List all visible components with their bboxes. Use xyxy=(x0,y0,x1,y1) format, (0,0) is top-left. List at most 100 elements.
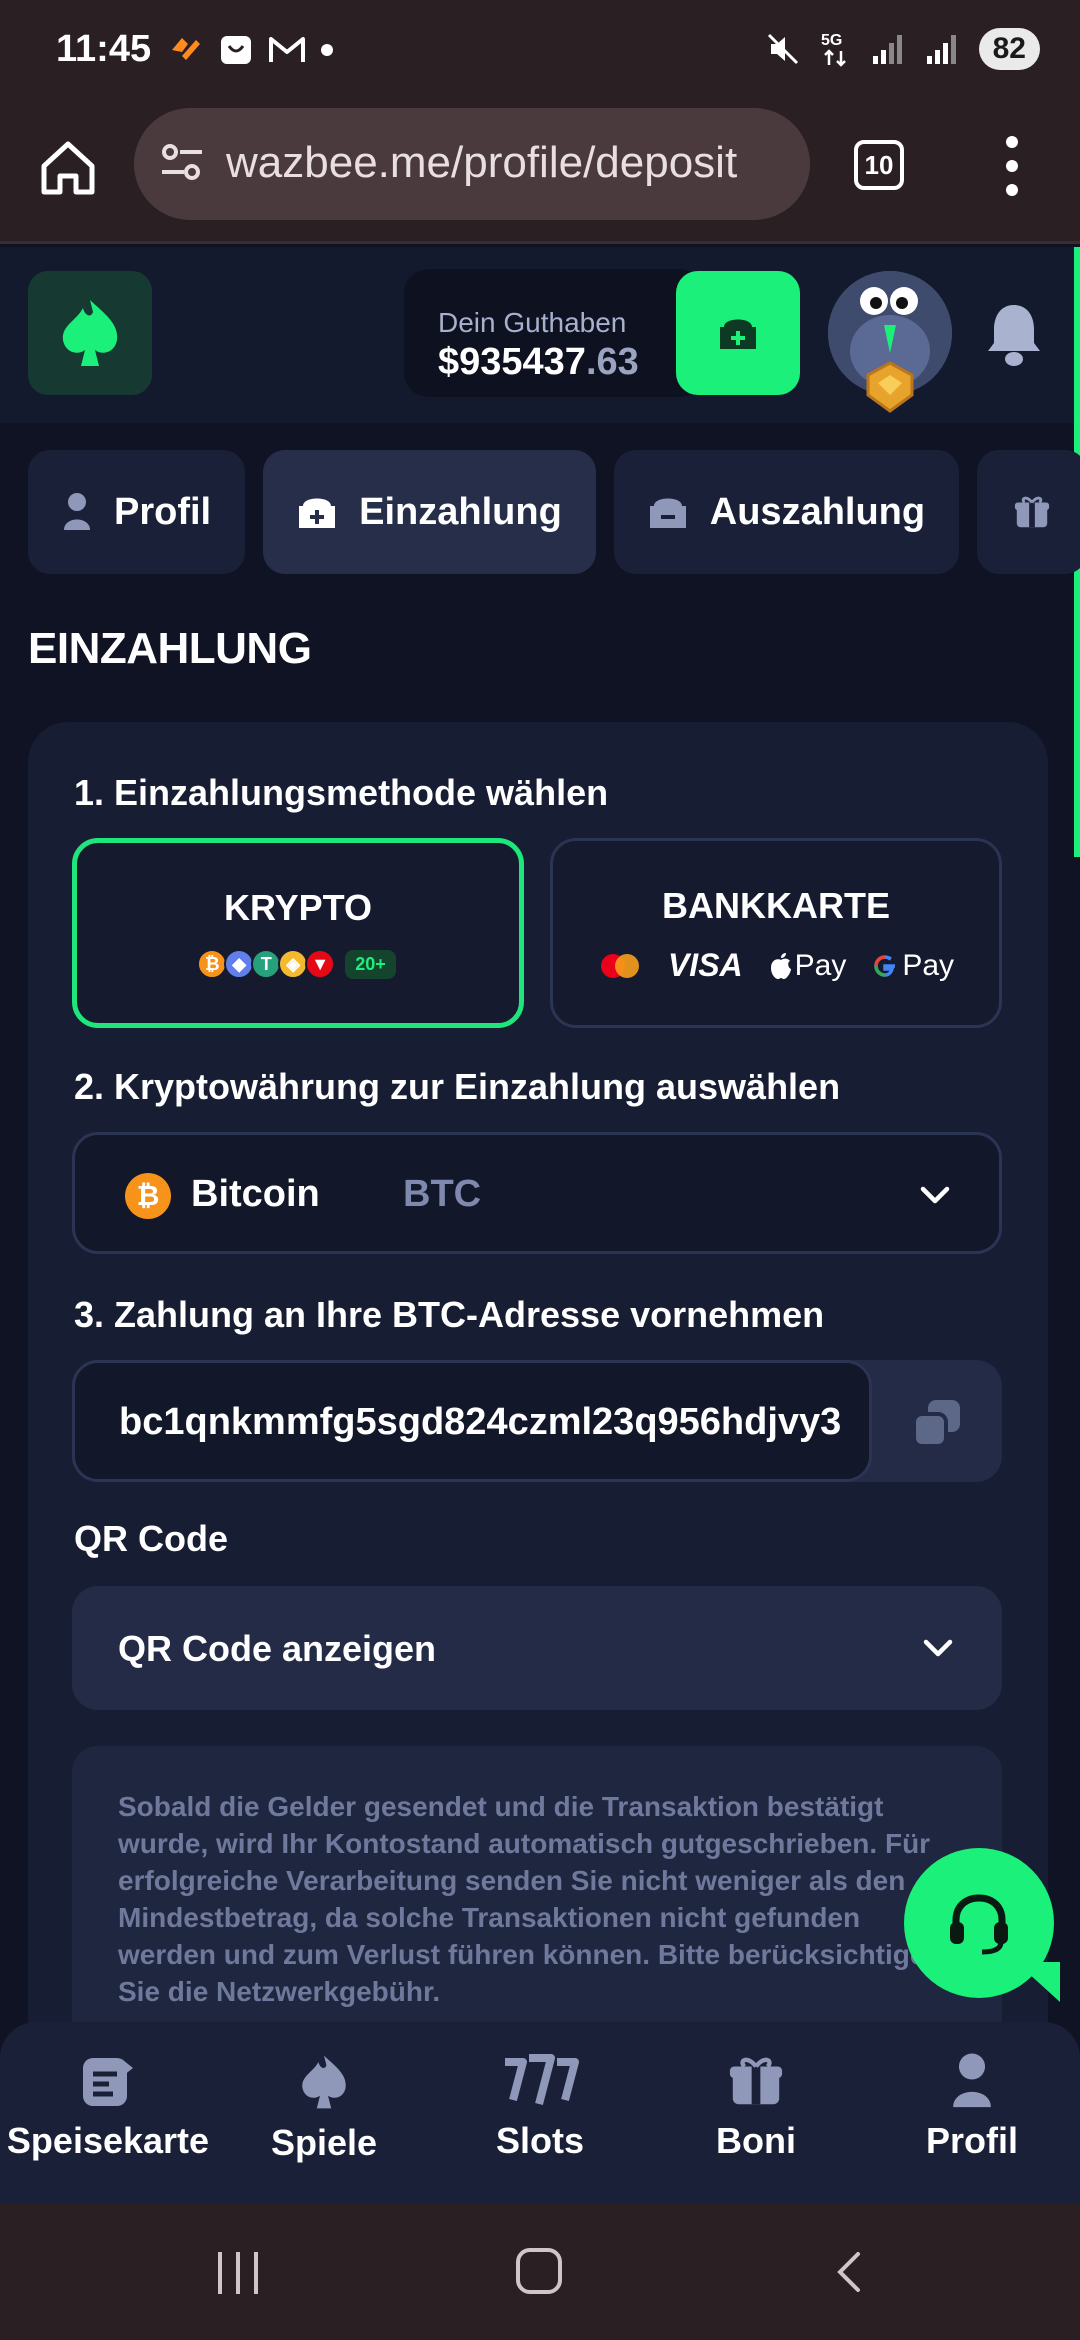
nav-slots[interactable]: Slots xyxy=(432,2022,648,2204)
step-3-heading: 3. Zahlung an Ihre BTC-Adresse vornehmen xyxy=(74,1294,825,1335)
shopping-bag-icon xyxy=(221,36,251,64)
back-icon[interactable] xyxy=(828,2250,872,2294)
bnb-icon: ◈ xyxy=(278,949,309,979)
wallet-plus-icon xyxy=(720,319,756,349)
balance-label: Dein Guthaben xyxy=(438,307,627,338)
url-text[interactable]: wazbee.me/profile/deposit xyxy=(226,138,737,188)
tab-auszahlung-label: Auszahlung xyxy=(709,490,926,533)
nav-profil[interactable]: Profil xyxy=(864,2022,1080,2204)
more-coins-badge: 20+ xyxy=(345,949,396,979)
tab-bonus[interactable] xyxy=(977,450,1080,574)
browser-toolbar: wazbee.me/profile/deposit 10 xyxy=(0,100,1080,244)
avatar[interactable] xyxy=(828,271,952,413)
tab-profil-label: Profil xyxy=(114,490,212,533)
battery-level: 82 xyxy=(978,28,1040,70)
balance-cents: .63 xyxy=(585,341,639,383)
visa-logo: VISA xyxy=(667,947,743,983)
page-title: EINZAHLUNG xyxy=(28,624,312,673)
currency-name: Bitcoin xyxy=(191,1173,320,1215)
bottom-navigation: Speisekarte Spiele Slots Boni Profil xyxy=(0,2022,1080,2204)
bell-icon[interactable] xyxy=(984,299,1044,369)
tab-einzahlung-label: Einzahlung xyxy=(359,490,562,533)
status-time: 11:45 xyxy=(56,28,152,70)
nav-spiele[interactable]: Spiele xyxy=(216,2022,432,2204)
signal-icon-1 xyxy=(872,35,902,64)
flame-spade-icon xyxy=(62,300,118,366)
chevron-down-icon xyxy=(920,1186,950,1204)
slots-777-icon xyxy=(505,2054,579,2106)
bitcoin-icon: ₿ xyxy=(125,1173,171,1219)
qr-code-toggle[interactable]: QR Code anzeigen xyxy=(72,1586,1002,1710)
gift-icon xyxy=(1015,496,1050,528)
deposit-notice-text: Sobald die Gelder gesendet und die Trans… xyxy=(118,1791,943,2007)
qr-code-toggle-label: QR Code anzeigen xyxy=(118,1628,437,1669)
menu-list-icon xyxy=(83,2058,133,2106)
profile-tabs: Profil Einzahlung Auszahlung xyxy=(28,450,1080,574)
system-icons: 5G 82 xyxy=(765,28,1040,70)
apple-icon xyxy=(770,952,791,979)
nav-speisekarte[interactable]: Speisekarte xyxy=(0,2022,216,2204)
step-2-heading: 2. Kryptowährung zur Einzahlung auswähle… xyxy=(74,1066,841,1107)
tab-auszahlung[interactable]: Auszahlung xyxy=(613,450,960,574)
5g-icon: 5G xyxy=(821,32,846,67)
status-bar: 11:45 5G 82 xyxy=(0,0,1080,100)
tron-icon: ▼ xyxy=(305,949,336,979)
card-brands: VISA Pay Pay xyxy=(553,947,999,984)
google-pay-label: Pay xyxy=(902,948,955,982)
method-bankkarte[interactable]: BANKKARTE VISA Pay Pay xyxy=(550,838,1002,1028)
app-notification-icon xyxy=(172,38,200,60)
nav-slots-label: Slots xyxy=(495,2120,584,2161)
user-icon xyxy=(953,2053,991,2108)
support-chat-button[interactable] xyxy=(904,1848,1054,1998)
mute-icon xyxy=(767,33,798,65)
method-krypto-title: KRYPTO xyxy=(223,887,373,928)
apple-pay-label: Pay xyxy=(794,948,847,982)
nav-profil-label: Profil xyxy=(925,2120,1018,2161)
notification-icons xyxy=(168,32,334,68)
headset-icon xyxy=(950,1894,1008,1955)
method-krypto[interactable]: KRYPTO ₿ ◆ T ◈ ▼ 20+ xyxy=(72,838,524,1028)
avatar-character-icon xyxy=(828,271,952,413)
method-bankkarte-title: BANKKARTE xyxy=(662,885,890,926)
currency-select[interactable]: ₿ Bitcoin BTC xyxy=(72,1132,1002,1254)
balance-amount: $935437.63 xyxy=(438,341,639,384)
balance-display: Dein Guthaben $935437.63 xyxy=(404,269,704,397)
tab-profil[interactable]: Profil xyxy=(28,450,246,574)
user-icon xyxy=(64,493,90,530)
apple-pay-logo: Pay xyxy=(769,948,847,983)
wallet-plus-icon xyxy=(299,498,336,528)
spade-flame-icon xyxy=(302,2055,346,2109)
site-header: Dein Guthaben $935437.63 xyxy=(0,247,1080,423)
google-pay-logo: Pay xyxy=(872,949,954,983)
bitcoin-icon: ₿ xyxy=(197,949,228,979)
ethereum-icon: ◆ xyxy=(224,949,255,979)
deposit-button[interactable] xyxy=(676,271,800,395)
recent-apps-button[interactable] xyxy=(218,2252,258,2294)
gift-icon xyxy=(729,2057,783,2105)
browser-menu-icon[interactable] xyxy=(1000,136,1024,196)
site-logo[interactable] xyxy=(28,271,152,395)
tab-switcher-button[interactable]: 10 xyxy=(854,140,904,190)
mastercard-icon xyxy=(600,953,639,978)
nav-boni[interactable]: Boni xyxy=(648,2022,864,2204)
step-1-heading: 1. Einzahlungsmethode wählen xyxy=(74,772,609,813)
qr-code-label: QR Code xyxy=(74,1518,229,1559)
btc-address-text[interactable]: bc1qnkmmfg5sgd824czml23q956hdjvy3 xyxy=(119,1401,841,1444)
address-bar[interactable]: wazbee.me/profile/deposit xyxy=(134,108,810,220)
gmail-icon xyxy=(269,37,305,62)
chevron-down-icon xyxy=(923,1639,953,1657)
balance-main: $935437 xyxy=(438,341,586,383)
google-g-icon xyxy=(874,954,896,977)
copy-icon[interactable] xyxy=(910,1396,964,1450)
home-button[interactable] xyxy=(516,2248,562,2294)
nav-boni-label: Boni xyxy=(716,2120,796,2161)
browser-home-icon[interactable] xyxy=(36,136,100,200)
tab-einzahlung[interactable]: Einzahlung xyxy=(263,450,596,574)
site-settings-icon[interactable] xyxy=(158,138,206,186)
svg-text:5G: 5G xyxy=(821,32,842,49)
btc-address-field[interactable]: bc1qnkmmfg5sgd824czml23q956hdjvy3 xyxy=(72,1360,872,1482)
nav-speisekarte-label: Speisekarte xyxy=(6,2120,210,2161)
currency-code: BTC xyxy=(403,1173,482,1215)
address-row: bc1qnkmmfg5sgd824czml23q956hdjvy3 xyxy=(72,1360,1002,1482)
tether-icon: T xyxy=(251,949,282,979)
